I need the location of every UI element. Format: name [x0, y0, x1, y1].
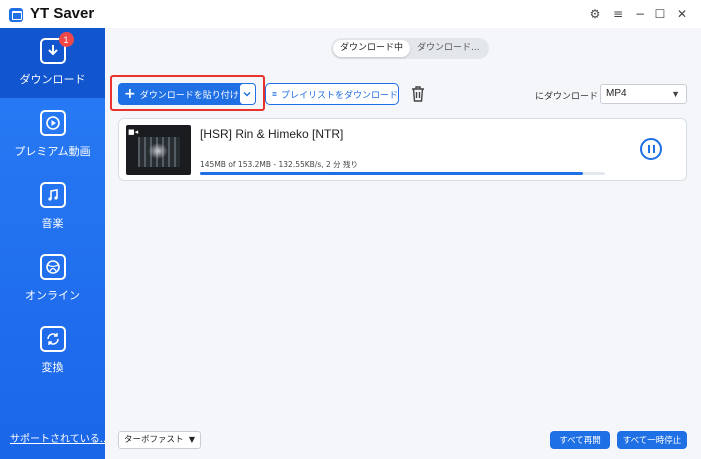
progress-bar: [200, 172, 605, 175]
video-thumbnail: ■◂: [126, 125, 191, 175]
convert-icon: [39, 326, 66, 352]
tab-downloaded[interactable]: ダウンロード...: [410, 40, 487, 57]
video-title: [HSR] Rin & Himeko [NTR]: [200, 127, 344, 141]
sidebar-item-online[interactable]: オンライン: [0, 244, 105, 314]
resume-all-button[interactable]: すべて再開: [550, 431, 610, 449]
speed-select[interactable]: ターボファスト ▼: [118, 431, 201, 449]
menu-icon[interactable]: ≡: [610, 6, 626, 22]
download-item: ■◂ [HSR] Rin & Himeko [NTR] 145MB of 153…: [118, 118, 687, 181]
chevron-down-icon[interactable]: [239, 84, 255, 104]
chevron-down-icon: ▼: [671, 89, 680, 99]
plus-icon: +: [124, 86, 136, 102]
download-playlist-label: プレイリストをダウンロード: [280, 90, 398, 101]
sidebar-item-label: 音楽: [41, 217, 64, 230]
main-panel: ダウンロード中 ダウンロード... + ダウンロードを貼り付け プレイリストをダ…: [105, 28, 701, 459]
minimize-icon[interactable]: −: [632, 6, 648, 22]
sidebar-item-label: ダウンロード: [19, 73, 86, 86]
sidebar-item-convert[interactable]: 変換: [0, 316, 105, 386]
supported-sites-link[interactable]: サポートされている...: [10, 430, 109, 445]
download-count-badge: 1: [58, 32, 74, 47]
chevron-down-icon: ▼: [188, 435, 195, 444]
download-tabs: ダウンロード中 ダウンロード...: [331, 38, 489, 59]
list-icon: [272, 92, 277, 96]
sidebar-item-label: プレミアム動画: [14, 145, 91, 158]
maximize-icon[interactable]: ☐: [652, 6, 668, 22]
sidebar-item-label: 変換: [41, 361, 64, 374]
progress-fill: [200, 172, 584, 175]
tab-downloading[interactable]: ダウンロード中: [333, 40, 411, 57]
app-logo-icon: [9, 8, 23, 22]
sidebar-item-download[interactable]: 1 ダウンロード: [0, 28, 105, 98]
music-icon: [39, 182, 66, 208]
pause-all-button[interactable]: すべて一時停止: [617, 431, 687, 449]
download-playlist-button[interactable]: プレイリストをダウンロード: [265, 83, 399, 105]
close-icon[interactable]: ✕: [674, 6, 690, 22]
title-bar: YT Saver ⚙ ≡ − ☐ ✕: [0, 0, 701, 28]
globe-icon: [39, 254, 66, 280]
speed-value: ターボファスト: [124, 435, 184, 445]
paste-download-label: ダウンロードを貼り付け: [139, 90, 239, 101]
sidebar: 1 ダウンロード プレミアム動画 音楽 オンライン 変換 サポートされている..…: [0, 28, 109, 459]
format-value: MP4: [606, 88, 627, 99]
download-icon: 1: [39, 32, 74, 64]
paste-download-main[interactable]: + ダウンロードを貼り付け: [118, 83, 239, 105]
sidebar-item-premium-video[interactable]: プレミアム動画: [0, 100, 105, 170]
download-to-label: にダウンロード: [535, 92, 599, 102]
video-camera-icon: ■◂: [128, 128, 139, 136]
pause-button[interactable]: [640, 138, 662, 160]
settings-icon[interactable]: ⚙: [587, 6, 603, 22]
paste-download-button[interactable]: + ダウンロードを貼り付け: [118, 83, 256, 105]
play-icon: [39, 110, 66, 136]
app-title: YT Saver: [30, 5, 95, 22]
download-status: 145MB of 153.2MB - 132.55KB/s, 2 分 残り: [200, 160, 359, 169]
sidebar-item-music[interactable]: 音楽: [0, 172, 105, 242]
sidebar-item-label: オンライン: [25, 289, 80, 302]
format-select[interactable]: MP4 ▼: [600, 84, 687, 104]
trash-icon[interactable]: [408, 84, 428, 104]
